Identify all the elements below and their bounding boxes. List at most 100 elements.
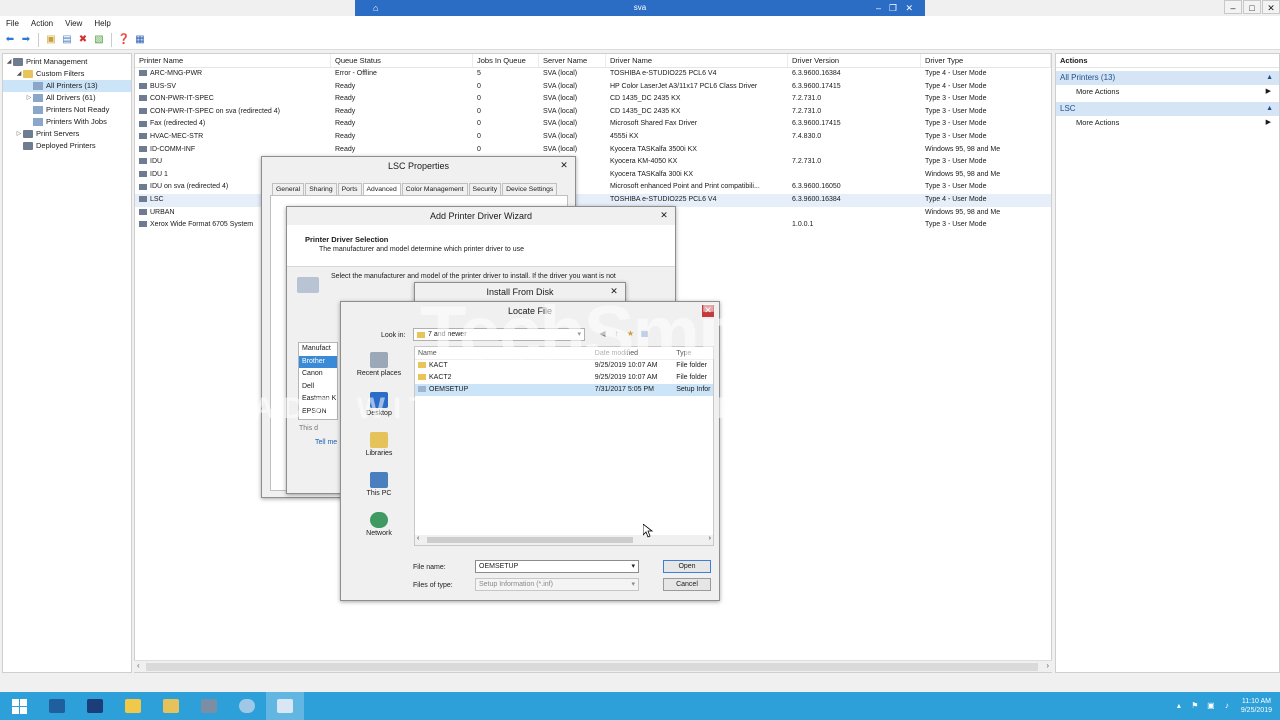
column-server-name[interactable]: Server Name — [539, 54, 606, 67]
start-button[interactable] — [0, 692, 38, 720]
taskbar-folder[interactable] — [152, 692, 190, 720]
files-of-type-select[interactable]: Setup Information (*.inf) ▾ — [475, 578, 639, 591]
tree-item[interactable]: All Printers (13) — [3, 80, 131, 92]
scrollbar-thumb[interactable] — [146, 663, 1038, 671]
table-row[interactable]: CON-PWR-IT-SPEC on sva (redirected 4) Rea… — [135, 106, 1051, 119]
collapse-icon[interactable]: ▲ — [1266, 102, 1273, 116]
menu-help[interactable]: Help — [94, 19, 110, 28]
menu-view[interactable]: View — [65, 19, 82, 28]
table-cell: Kyocera TASKalfa 300i KX — [610, 170, 694, 178]
chevron-down-icon[interactable]: ▾ — [631, 561, 635, 573]
taskbar-powershell[interactable] — [76, 692, 114, 720]
table-cell: ARC-MNG-PWR — [135, 68, 331, 81]
table-row[interactable]: ARC-MNG-PWR Error - Offline 5 SVA (local) TO… — [135, 68, 1051, 81]
expand-arrow-icon[interactable]: ▷ — [25, 92, 33, 104]
tree-item[interactable]: Deployed Printers — [3, 140, 131, 152]
signed-driver-note: This d — [299, 425, 319, 432]
volume-icon[interactable]: ♪ — [1221, 701, 1233, 711]
table-cell: Windows 95, 98 and Me — [925, 208, 1001, 216]
column-driver-version[interactable]: Driver Version — [788, 54, 921, 67]
place-libraries[interactable]: Libraries — [349, 426, 409, 466]
flag-icon[interactable]: ⚑ — [1189, 701, 1201, 711]
tree-item[interactable]: ▷ All Drivers (61) — [3, 92, 131, 104]
table-cell: 7.4.830.0 — [792, 132, 822, 140]
back-arrow-icon[interactable]: ⬅ — [3, 33, 17, 47]
column-printer-name[interactable]: Printer Name — [135, 54, 331, 67]
chevron-up-icon[interactable]: ▴ — [1173, 701, 1185, 711]
scroll-left-icon[interactable]: ‹ — [137, 661, 140, 670]
column-jobs-in-queue[interactable]: Jobs In Queue — [473, 54, 539, 67]
cancel-button[interactable]: Cancel — [663, 578, 711, 591]
show-action-pane-icon[interactable]: ▦ — [133, 33, 147, 47]
menu-bar: File Action View Help — [0, 16, 1280, 30]
actions-group-lsc[interactable]: LSC ▲ — [1056, 102, 1279, 116]
manufacturer-header[interactable]: Manufact — [299, 343, 337, 356]
column-driver-type[interactable]: Driver Type — [921, 54, 1051, 67]
server-manager-icon — [49, 699, 65, 713]
more-actions-lsc[interactable]: More Actions ▶ — [1056, 116, 1279, 130]
column-queue-status[interactable]: Queue Status — [331, 54, 473, 67]
actions-group-all-printers[interactable]: All Printers (13) ▲ — [1056, 71, 1279, 85]
expand-arrow-icon[interactable]: ◢ — [15, 68, 23, 80]
more-actions-label: More Actions — [1076, 87, 1120, 96]
scroll-left-icon[interactable]: ‹ — [417, 535, 419, 542]
show-hide-tree-icon[interactable]: ▤ — [60, 33, 74, 47]
tree-item[interactable]: Printers With Jobs — [3, 116, 131, 128]
more-actions-all-printers[interactable]: More Actions ▶ — [1056, 85, 1279, 99]
tree-item[interactable]: Printers Not Ready — [3, 104, 131, 116]
table-row[interactable]: Fax (redirected 4) Ready 0 SVA (local) Micro… — [135, 118, 1051, 131]
file-name-input[interactable]: OEMSETUP ▾ — [475, 560, 639, 573]
up-folder-icon[interactable]: ▣ — [44, 33, 58, 47]
expand-arrow-icon[interactable]: ◢ — [5, 56, 13, 68]
clock[interactable]: 11:10 AM 9/25/2019 — [1241, 697, 1272, 715]
place-recent[interactable]: Recent places — [349, 346, 409, 386]
table-row[interactable]: BUS-SV Ready 0 SVA (local) HP Color LaserJet… — [135, 81, 1051, 94]
forward-arrow-icon[interactable]: ➡ — [19, 33, 33, 47]
close-icon[interactable]: ✕ — [905, 0, 913, 16]
help-icon[interactable]: ❓ — [117, 33, 131, 47]
list-item[interactable]: Brother — [299, 355, 337, 368]
file-list-scrollbar[interactable]: ‹ › — [415, 535, 713, 545]
delete-icon[interactable]: ✖ — [76, 33, 90, 47]
open-button[interactable]: Open — [663, 560, 711, 573]
tree-item[interactable]: ◢ Custom Filters — [3, 68, 131, 80]
table-row[interactable]: HVAC-MEC-STR Ready 0 SVA (local) 4555i KX 7.4… — [135, 131, 1051, 144]
minimize-button[interactable]: – — [1224, 0, 1242, 14]
minimize-icon[interactable]: – — [876, 0, 881, 16]
pin-icon[interactable]: ⌂ — [373, 0, 378, 16]
list-item[interactable]: Canon — [299, 368, 337, 381]
close-icon[interactable]: ✕ — [658, 210, 670, 222]
export-list-icon[interactable]: ▧ — [92, 33, 106, 47]
restore-icon[interactable]: ❐ — [889, 0, 897, 16]
place-network[interactable]: Network — [349, 506, 409, 546]
expand-arrow-icon[interactable]: ▷ — [15, 128, 23, 140]
taskbar-file-explorer[interactable] — [114, 692, 152, 720]
place-this-pc[interactable]: This PC — [349, 466, 409, 506]
collapse-icon[interactable]: ▲ — [1266, 71, 1273, 85]
taskbar-settings[interactable] — [228, 692, 266, 720]
close-button[interactable]: ✕ — [1262, 0, 1280, 14]
tree-item[interactable]: ◢ Print Management — [3, 56, 131, 68]
table-row[interactable]: CON-PWR-IT-SPEC Ready 0 SVA (local) CD 1435_… — [135, 93, 1051, 106]
scroll-right-icon[interactable]: › — [709, 535, 711, 542]
taskbar-print-management[interactable] — [266, 692, 304, 720]
maximize-button[interactable]: □ — [1243, 0, 1261, 14]
column-driver-name[interactable]: Driver Name — [606, 54, 788, 67]
remote-title-bar[interactable]: ⌂ sva – ❐ ✕ — [355, 0, 925, 16]
menu-file[interactable]: File — [6, 19, 19, 28]
scrollbar-thumb[interactable] — [427, 537, 633, 543]
taskbar-server-manager[interactable] — [38, 692, 76, 720]
close-icon[interactable]: ✕ — [558, 160, 570, 172]
horizontal-scrollbar[interactable]: ‹ › — [134, 660, 1052, 672]
table-row[interactable]: ID-COMM-INF Ready 0 SVA (local) Kyocera TASK… — [135, 144, 1051, 157]
table-cell: Ready — [335, 82, 356, 90]
tree-item[interactable]: ▷ Print Servers — [3, 128, 131, 140]
taskbar-tools[interactable] — [190, 692, 228, 720]
table-cell: 6.3.9600.16384 — [792, 70, 841, 77]
menu-action[interactable]: Action — [31, 19, 53, 28]
tell-me-link[interactable]: Tell me — [315, 439, 337, 446]
chevron-down-icon[interactable]: ▾ — [631, 579, 635, 591]
network-icon[interactable]: ▣ — [1205, 701, 1217, 711]
wizard-description: Select the manufacturer and model of the… — [331, 273, 616, 280]
scroll-right-icon[interactable]: › — [1046, 661, 1049, 670]
